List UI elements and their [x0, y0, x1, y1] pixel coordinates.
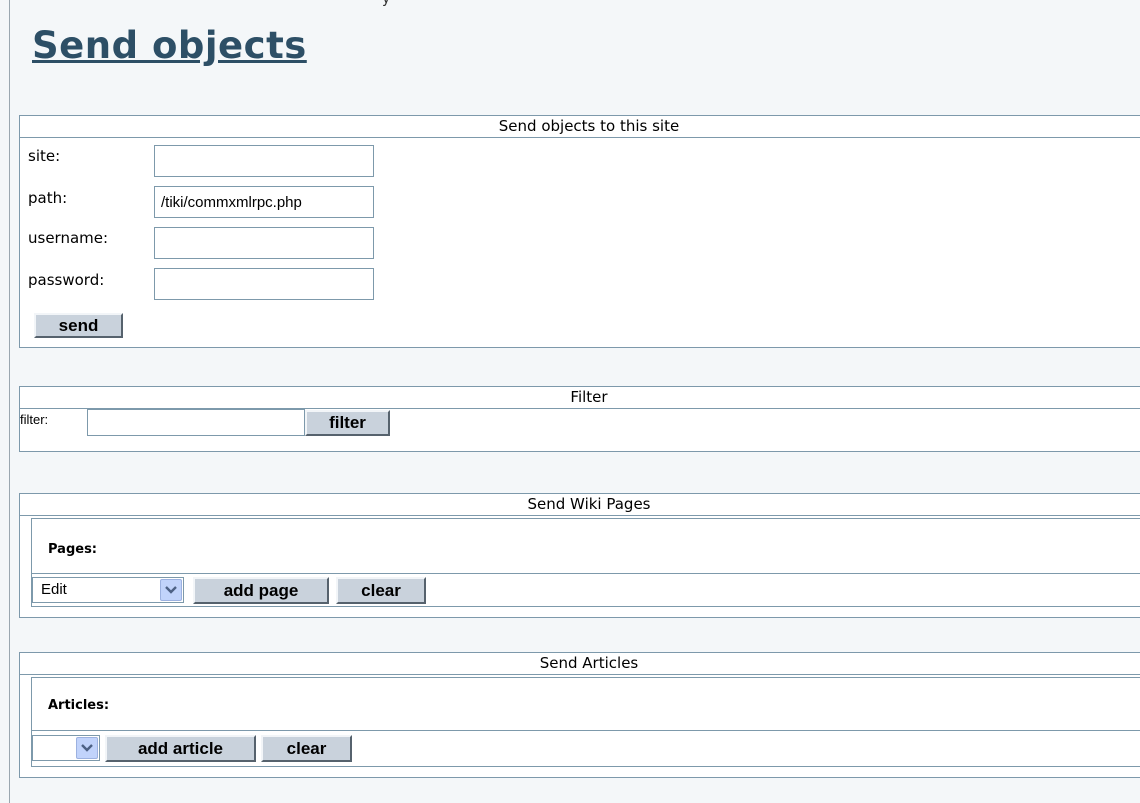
username-input[interactable]	[154, 227, 374, 259]
password-label: password:	[28, 271, 105, 289]
page-title[interactable]: Send objects	[32, 24, 307, 67]
top-text-fragment: y	[382, 0, 390, 7]
send-objects-panel: Send objects to this site site: path: us…	[19, 115, 1140, 348]
filter-button[interactable]: filter	[305, 410, 390, 436]
articles-panel: Send Articles Articles: add article clea…	[19, 652, 1140, 778]
wiki-pages-box: Pages: Edit add page clear	[31, 518, 1140, 607]
add-page-button[interactable]: add page	[193, 577, 329, 604]
chevron-down-icon[interactable]	[160, 579, 182, 601]
site-label: site:	[28, 147, 61, 165]
add-article-button[interactable]: add article	[105, 735, 256, 762]
clear-pages-button[interactable]: clear	[336, 577, 426, 604]
path-input[interactable]	[154, 186, 374, 218]
path-label: path:	[28, 189, 68, 207]
chevron-down-icon[interactable]	[76, 737, 98, 759]
pages-label: Pages:	[48, 542, 98, 557]
send-objects-header: Send objects to this site	[20, 116, 1140, 138]
articles-select[interactable]	[32, 735, 100, 761]
articles-box: Articles: add article clear	[31, 677, 1140, 767]
clear-articles-button[interactable]: clear	[261, 735, 352, 762]
password-input[interactable]	[154, 268, 374, 300]
wiki-pages-header: Send Wiki Pages	[20, 494, 1140, 516]
articles-divider	[32, 730, 1140, 731]
username-label: username:	[28, 229, 109, 247]
filter-label: filter:	[20, 412, 49, 427]
filter-panel: Filter filter: filter	[19, 386, 1140, 452]
filter-header: Filter	[20, 387, 1140, 409]
pages-divider	[32, 573, 1140, 574]
articles-label: Articles:	[48, 698, 110, 713]
pages-select-value: Edit	[41, 581, 67, 598]
wiki-pages-panel: Send Wiki Pages Pages: Edit add page cle…	[19, 493, 1140, 618]
page-left-border	[9, 0, 10, 803]
send-button[interactable]: send	[34, 313, 123, 338]
filter-input[interactable]	[87, 409, 305, 436]
site-input[interactable]	[154, 145, 374, 177]
articles-header: Send Articles	[20, 653, 1140, 675]
pages-select[interactable]: Edit	[32, 577, 184, 603]
